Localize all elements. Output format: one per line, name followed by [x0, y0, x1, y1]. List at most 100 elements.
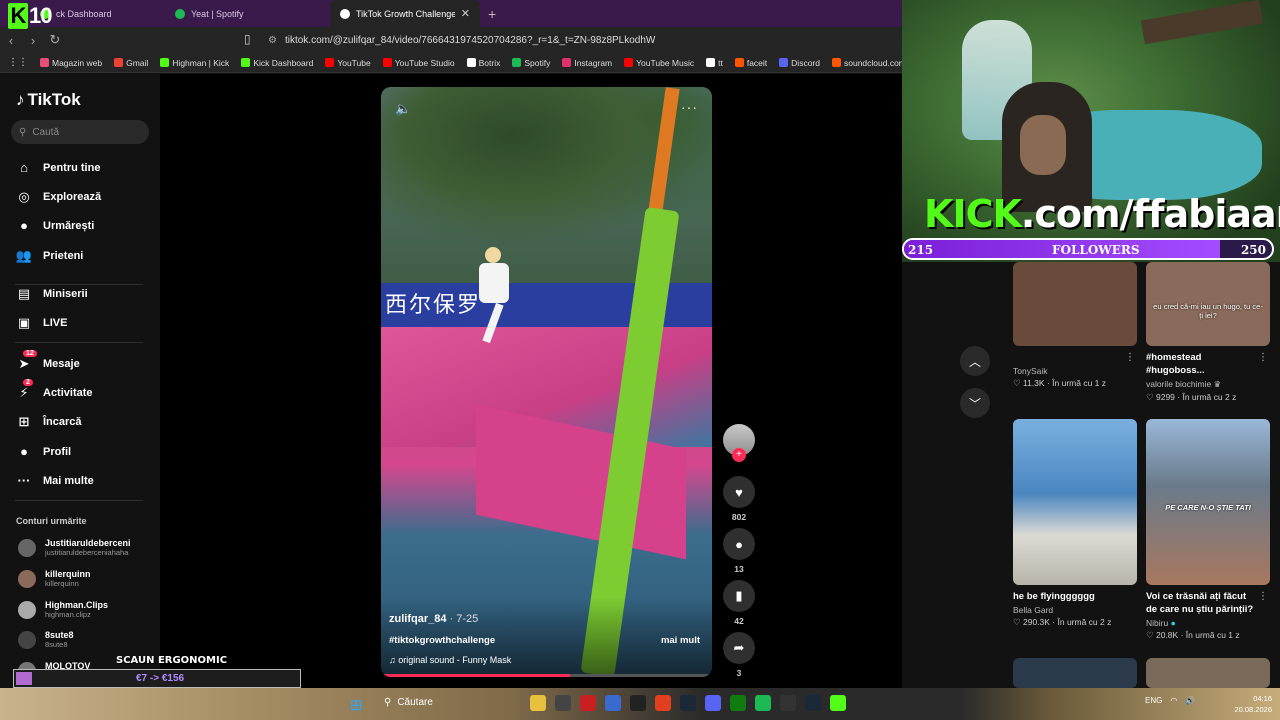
language-indicator[interactable]: ENG [1145, 696, 1162, 705]
video-author[interactable]: zulifqar_84 · 7-25 [389, 613, 478, 625]
terminal-icon[interactable] [630, 695, 646, 711]
video-thumbnail: eu cred că-mi iau un hugo, tu ce-ți iei? [1146, 262, 1270, 346]
bookmark-item[interactable]: Kick Dashboard [241, 58, 313, 68]
bookmark-favicon-icon [466, 58, 476, 67]
capcut-icon[interactable] [780, 695, 796, 711]
nav-item[interactable]: ➤ 12 Mesaje [15, 350, 80, 372]
bookmark-item[interactable]: soundcloud.com/ [831, 58, 902, 68]
friends-icon: 👥 [15, 248, 33, 263]
app-icon[interactable] [580, 695, 596, 711]
steam-icon[interactable] [805, 695, 821, 711]
bookmark-item[interactable]: YouTube [325, 58, 371, 68]
taskbar-clock[interactable]: 04:16 20.08.2026 [1222, 693, 1272, 715]
reload-icon[interactable]: ↻ [44, 32, 66, 48]
video-player[interactable]: 西尔保罗 🔈 ··· zulifqar_84 · 7-25 #tiktokgro… [381, 87, 712, 677]
avatar [18, 600, 36, 619]
tiktok-logo[interactable]: ♪ TikTok [16, 90, 81, 110]
mute-icon[interactable]: 🔈 [395, 101, 411, 117]
nav-item[interactable]: 👥 Prieteni [15, 248, 83, 264]
video-card[interactable] [1013, 658, 1137, 688]
search-input[interactable]: ⚲ Caută [11, 120, 149, 144]
nav-item[interactable]: ⌂ Pentru tine [15, 160, 100, 175]
bookmark-item[interactable]: Gmail [114, 58, 148, 68]
close-tab-icon[interactable]: ✕ [461, 7, 470, 20]
ad-price-bar: €7 -> €156 [13, 669, 301, 688]
heart-icon: ♥ [723, 476, 755, 508]
xbox-icon[interactable] [730, 695, 746, 711]
video-progress-bar[interactable] [381, 674, 712, 677]
nav-item[interactable]: ● Urmărești [15, 218, 94, 233]
discord-icon[interactable] [705, 695, 721, 711]
nav-item[interactable]: ⊞ Încarcă [15, 414, 82, 430]
video-hashtag[interactable]: #tiktokgrowthchallenge [389, 635, 495, 646]
back-icon[interactable]: ‹ [0, 33, 22, 48]
nav-item[interactable]: ▣ LIVE [15, 315, 68, 331]
bookmark-item[interactable]: YouTube Studio [382, 58, 455, 68]
tab-favicon [340, 8, 350, 19]
bookmark-item[interactable]: Discord [779, 58, 820, 68]
new-tab-icon[interactable]: + [488, 6, 496, 22]
bookmark-item[interactable]: Instagram [562, 58, 612, 68]
account-name: Highman.Clips [45, 600, 109, 610]
follow-plus-icon[interactable]: + [732, 448, 746, 462]
show-more-link[interactable]: mai mult [661, 635, 700, 646]
spotify-icon[interactable] [755, 695, 771, 711]
bookmark-item[interactable]: YouTube Music [624, 58, 694, 68]
video-card[interactable] [1146, 658, 1270, 688]
nav-item[interactable]: ◎ Explorează [15, 189, 101, 205]
comment-button[interactable]: ● 13 [722, 528, 756, 574]
more-options-icon[interactable]: ··· [681, 99, 698, 115]
followers-label: FOLLOWERS [1052, 243, 1140, 257]
bookmark-item[interactable]: Highman | Kick [160, 58, 229, 68]
previous-video-button[interactable]: ︿ [960, 346, 990, 376]
next-video-button[interactable]: ﹀ [960, 388, 990, 418]
bookmark-item[interactable]: tt [706, 58, 723, 68]
notification-badge: 2 [23, 379, 33, 386]
nav-item[interactable]: ··· Mai multe [15, 473, 94, 488]
steam-icon[interactable] [555, 695, 571, 711]
taskbar-search[interactable]: ⚲ Căutare [384, 697, 433, 708]
card-more-icon[interactable]: ⋮ [1125, 352, 1135, 363]
share-button[interactable]: ➦ 3 [722, 632, 756, 678]
forward-icon[interactable]: › [22, 33, 44, 48]
kick-icon[interactable] [830, 695, 846, 711]
nav-item[interactable]: ⚡ 2 Activitate [15, 379, 93, 401]
steam-icon[interactable] [680, 695, 696, 711]
bookmark-item[interactable]: Botrix [466, 58, 500, 68]
nav-item[interactable]: ▤ Miniserii [15, 286, 88, 302]
app-icon[interactable] [605, 695, 621, 711]
brave-icon[interactable] [655, 695, 671, 711]
bookmark-item[interactable]: Spotify [512, 58, 550, 68]
author-avatar-button[interactable]: + [722, 424, 756, 462]
streamer-face [1020, 115, 1066, 175]
tab-spotify[interactable]: Yeat | Spotify [165, 0, 330, 27]
wifi-icon[interactable]: ◠ [1170, 696, 1177, 705]
video-sound[interactable]: ♫ original sound - Funny Mask [389, 655, 511, 665]
save-button[interactable]: ▮ 42 [722, 580, 756, 626]
bookmark-star-icon[interactable]: ▯ [244, 32, 251, 46]
video-card[interactable]: he be flyingggggg Bella Gard ♡ 290.3K · … [1013, 419, 1137, 628]
followed-account[interactable]: Highman.Clips highman.clipz [18, 600, 108, 619]
apps-grid-icon[interactable]: ⋮⋮ [8, 57, 28, 68]
card-more-icon[interactable]: ⋮ [1258, 352, 1268, 363]
address-bar: ‹ › ↻ ▯ ⚙ tiktok.com/@zulifqar_84/video/… [0, 27, 902, 53]
site-info-icon[interactable]: ⚙ [268, 35, 277, 46]
card-more-icon[interactable]: ⋮ [1258, 591, 1268, 602]
bookmark-favicon-icon [241, 58, 251, 67]
video-card[interactable]: eu cred că-mi iau un hugo, tu ce-ți iei?… [1146, 262, 1270, 403]
followed-account[interactable]: Justitiaruldeberceni justitiaruldeberceni… [18, 538, 131, 557]
tab-tiktok[interactable]: TikTok Growth Challenge Tips 20 ✕ [330, 0, 480, 27]
windows-start-icon[interactable]: ⊞ [350, 696, 363, 714]
file-explorer-icon[interactable] [530, 695, 546, 711]
like-button[interactable]: ♥ 802 [722, 476, 756, 522]
followed-account[interactable]: killerquinn killerquinn [18, 569, 91, 588]
volume-icon[interactable]: 🔊 [1185, 696, 1195, 705]
nav-item[interactable]: ● Profil [15, 444, 71, 459]
bookmark-item[interactable]: faceit [734, 58, 767, 68]
followed-account[interactable]: 8sute8 8sute8 [18, 630, 74, 649]
video-card[interactable]: PE CARE N-O ȘTIE TATI Voi ce trăsnăi ați… [1146, 419, 1270, 641]
messages-icon: ➤ 12 [15, 350, 37, 372]
url-field[interactable]: ⚙ tiktok.com/@zulifqar_84/video/76664319… [268, 31, 898, 49]
video-card[interactable]: TonySaik ♡ 11.3K · În urmă cu 1 z ⋮ [1013, 262, 1137, 389]
bookmark-item[interactable]: Magazin web [40, 58, 102, 68]
